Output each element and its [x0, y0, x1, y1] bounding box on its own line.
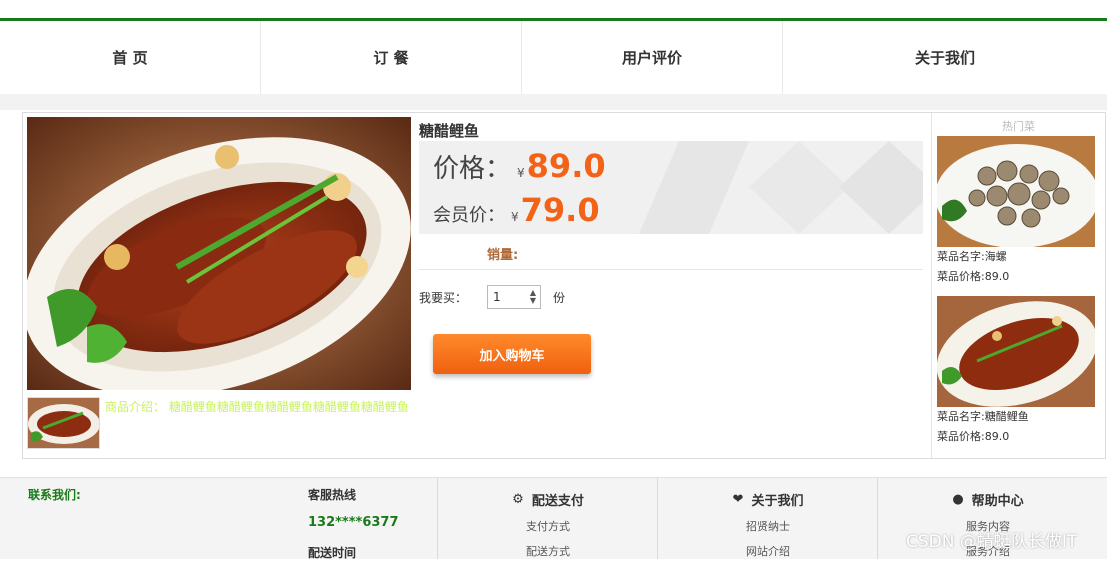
quantity-stepper[interactable]: 1 ▲ ▼ [487, 285, 542, 309]
nav-order[interactable]: 订 餐 [261, 21, 522, 94]
quantity-row: 我要买： 1 ▲ ▼ 份 [419, 285, 565, 309]
footer-contact-label: 联系我们: [28, 488, 81, 502]
footer-hotline-label: 客服热线 [308, 488, 357, 502]
member-price-label: 会员价： [433, 205, 505, 226]
hot-dish-name: 菜品名字:糖醋鲤鱼 [937, 410, 1029, 423]
product-intro: 商品介绍： 糖醋鲤鱼糖醋鲤鱼糖醋鲤鱼糖醋鲤鱼糖醋鲤鱼 [105, 400, 409, 414]
footer-link[interactable]: 支付方式 [438, 518, 658, 534]
stepper-arrows-icon[interactable]: ▲ ▼ [530, 289, 536, 305]
heart-icon: ❤ [732, 492, 744, 507]
sales-label: 销量: [487, 248, 519, 263]
footer-col-about: ❤ 关于我们 招贤纳士 网站介绍 [657, 478, 878, 559]
hot-dish-price: 菜品价格:89.0 [937, 270, 1010, 283]
member-price-row: 会员价： ¥ 79.0 [433, 191, 600, 229]
bike-icon: ⚙ [512, 492, 524, 507]
quantity-value: 1 [493, 290, 501, 304]
price-row: 价格： ¥ 89.0 [433, 147, 606, 185]
footer-link[interactable]: 招贤纳士 [658, 518, 878, 534]
footer-col-payment: ⚙ 配送支付 支付方式 配送方式 [437, 478, 658, 559]
nav-home[interactable]: 首 页 [0, 21, 261, 94]
footer-delivery-time: 配送时间 [308, 546, 357, 560]
member-price-value: 79.0 [520, 191, 600, 229]
nav-reviews[interactable]: 用户评价 [522, 21, 783, 94]
footer-col-title: 配送支付 [531, 494, 584, 509]
sales-row: 销量: [419, 239, 923, 270]
product-main-image [27, 117, 411, 390]
watermark: CSDN @蜻蜓队长做IT [906, 532, 1078, 552]
hot-dish-image[interactable] [937, 296, 1095, 407]
product-title: 糖醋鲤鱼 [419, 122, 480, 140]
hot-dish-price: 菜品价格:89.0 [937, 430, 1010, 443]
hot-dishes-sidebar: 热门菜 菜品名字:海螺 菜品价格:89.0 菜品名字:糖醋鲤鱼 菜品价格:89.… [931, 113, 1105, 458]
nav-about[interactable]: 关于我们 [783, 21, 1107, 94]
price-value: 89.0 [526, 147, 606, 185]
main-nav: 首 页 订 餐 用户评价 关于我们 [0, 21, 1107, 94]
sidebar-title: 热门菜 [1002, 120, 1035, 133]
buy-label: 我要买： [419, 290, 468, 305]
hot-dish-card[interactable]: 菜品名字:糖醋鲤鱼 菜品价格:89.0 [937, 296, 1095, 447]
price-box: 价格： ¥ 89.0 会员价： ¥ 79.0 [419, 141, 923, 234]
footer-col-title: 关于我们 [751, 494, 804, 509]
price-label: 价格： [433, 154, 512, 184]
product-thumbnail[interactable] [27, 397, 100, 449]
price-currency: ¥ [517, 166, 525, 180]
member-price-currency: ¥ [511, 210, 519, 224]
help-icon: ● [952, 492, 964, 507]
hot-dish-image[interactable] [937, 136, 1095, 247]
hot-dish-name: 菜品名字:海螺 [937, 250, 1007, 263]
nav-shadow-band [0, 94, 1107, 110]
footer-link[interactable]: 网站介绍 [658, 543, 878, 559]
footer-hotline-number: 132****6377 [308, 515, 399, 530]
footer-link[interactable]: 配送方式 [438, 543, 658, 559]
add-to-cart-button[interactable]: 加入购物车 [433, 334, 591, 374]
hot-dish-card[interactable]: 菜品名字:海螺 菜品价格:89.0 [937, 136, 1095, 287]
footer-col-title: 帮助中心 [971, 494, 1024, 509]
product-panel: 商品介绍： 糖醋鲤鱼糖醋鲤鱼糖醋鲤鱼糖醋鲤鱼糖醋鲤鱼 糖醋鲤鱼 价格： ¥ 89… [22, 112, 1106, 459]
unit-label: 份 [553, 290, 566, 305]
